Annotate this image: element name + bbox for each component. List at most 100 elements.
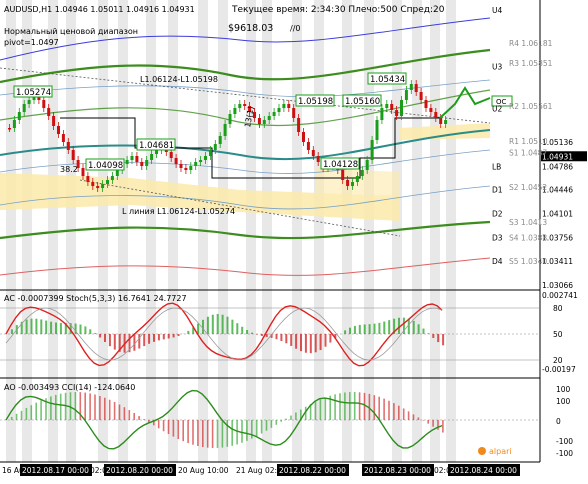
ac-bar: [437, 334, 439, 342]
session-band: [168, 0, 178, 462]
upper-channel-label: L1.06124-L1.05198: [140, 75, 218, 84]
ac-bar: [31, 319, 33, 334]
symbol-header: AUDUSD,H1 1.04946 1.05011 1.04916 1.0493…: [4, 5, 195, 14]
ac-bar: [344, 330, 346, 334]
candle-body: [351, 182, 354, 186]
session-band: [218, 0, 228, 462]
ao-bar: [261, 420, 263, 434]
ac-bar: [266, 334, 268, 337]
ao-bar: [119, 405, 121, 420]
ao-bar: [109, 400, 111, 420]
ac-axis-label: 0.002741: [542, 291, 578, 300]
ac-bar: [50, 322, 52, 334]
candle-body: [233, 108, 236, 114]
candle-body: [57, 126, 60, 134]
ac-bar: [143, 334, 145, 346]
candle-body: [86, 176, 89, 182]
time-axis-label: 2012.08.17 00:00: [22, 466, 89, 475]
candle-body: [278, 108, 281, 112]
candle-body: [405, 90, 408, 100]
ac-bar: [153, 334, 155, 342]
candle-body: [366, 160, 369, 170]
candle-body: [140, 162, 143, 166]
lower-channel-label: L линия L1.06124-L1.05274: [122, 207, 235, 216]
ao-bar: [104, 398, 106, 420]
price-box-label: 1.04128: [323, 160, 358, 170]
price-axis-label: D3: [492, 233, 503, 242]
ao-bar: [99, 396, 101, 420]
ao-bar: [50, 396, 52, 420]
candle-body: [47, 108, 50, 116]
ao-bar: [383, 399, 385, 420]
candle-body: [126, 160, 129, 164]
ac-bar: [374, 324, 376, 334]
ao-bar: [280, 420, 282, 422]
price-axis-label: U3: [492, 63, 502, 72]
ac-bar: [320, 334, 322, 350]
candle-body: [258, 118, 261, 124]
ao-bar: [133, 413, 135, 420]
candle-body: [13, 120, 16, 128]
ac-bar: [94, 333, 96, 334]
ao-bar: [148, 420, 150, 422]
ac-bar: [114, 334, 116, 350]
ac-bar: [276, 334, 278, 339]
ao-bar: [11, 417, 13, 420]
candle-body: [111, 176, 114, 180]
ao-bar: [21, 411, 23, 420]
ac-bar: [418, 324, 420, 334]
candle-body: [356, 176, 359, 182]
ac-bar: [173, 334, 175, 337]
candle-body: [380, 108, 383, 120]
ao-bar: [320, 399, 322, 420]
ao-bar: [388, 401, 390, 420]
ao-bar: [290, 416, 292, 420]
ao-bar: [217, 420, 219, 448]
ao-bar: [427, 420, 429, 424]
ac-bar: [187, 331, 189, 334]
ao-bar: [212, 420, 214, 448]
ao-bar: [31, 405, 33, 420]
price-axis-label: S3 1.0413: [509, 218, 547, 227]
price-axis-label: R2 1.05561: [509, 102, 553, 111]
ao-bar: [251, 420, 253, 439]
candle-body: [199, 160, 202, 162]
ao-bar: [84, 393, 86, 420]
ao-bar: [168, 420, 170, 434]
candle-body: [204, 156, 207, 160]
ac-bar: [442, 334, 444, 345]
price-box-label: 1.04681: [139, 141, 174, 151]
candle-body: [135, 156, 138, 162]
time-axis-label: 2012.08.20 00:00: [106, 466, 173, 475]
session-band: [118, 0, 128, 462]
candle-body: [273, 112, 276, 116]
ao-bar: [207, 420, 209, 448]
candle-body: [420, 92, 423, 100]
candle-body: [52, 116, 55, 126]
chart-canvas[interactable]: 1.052741.046811.040981.051981.051601.054…: [0, 0, 588, 480]
ac-bar: [99, 334, 101, 337]
candle-body: [67, 142, 70, 150]
ac-bar: [133, 334, 135, 351]
ac-bar: [84, 326, 86, 334]
candle-body: [371, 140, 374, 160]
candle-body: [219, 136, 222, 144]
candle-body: [106, 180, 109, 184]
price-axis-label: 1.03066: [542, 281, 573, 290]
ac-bar: [251, 333, 253, 334]
candle-body: [189, 166, 192, 170]
time-axis[interactable]: 16 Aug 20122012.08.17 00:0002:002012.08.…: [2, 464, 520, 476]
ac-bar: [398, 318, 400, 334]
price-axis-label: U4: [492, 6, 502, 15]
chart-window[interactable]: 1.052741.046811.040981.051981.051601.054…: [0, 0, 588, 480]
candle-body: [263, 120, 266, 124]
candle-body: [194, 162, 197, 166]
ao-bar: [413, 414, 415, 420]
session-band: [22, 0, 32, 462]
session-band: [98, 0, 108, 462]
candle-body: [287, 104, 290, 108]
price-axis-label: S1 1.0487: [509, 149, 547, 158]
candle-body: [415, 84, 418, 92]
ao-bar: [285, 419, 287, 420]
ac-bar: [138, 334, 140, 349]
